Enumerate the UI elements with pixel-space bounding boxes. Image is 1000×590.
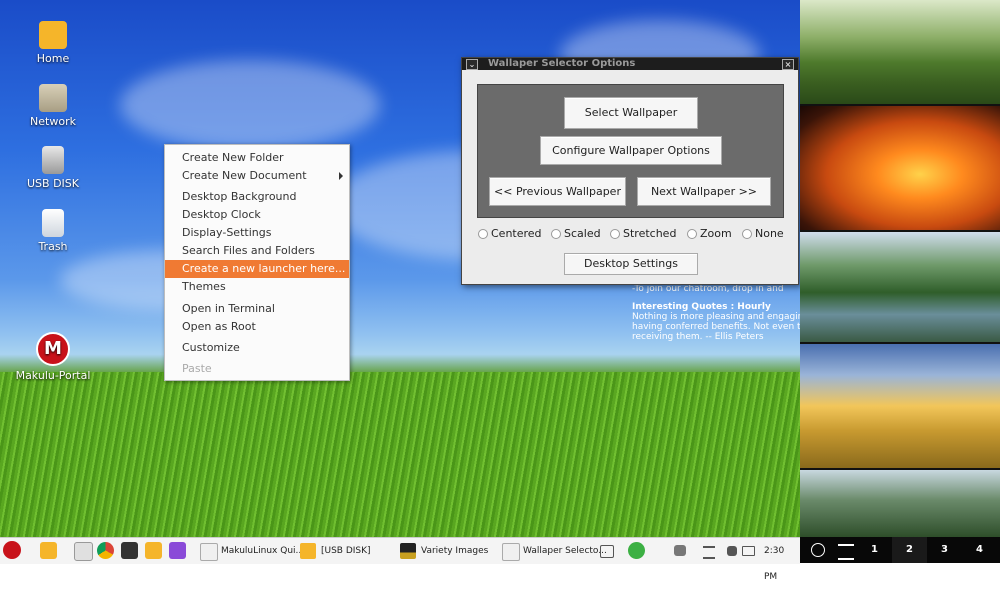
screenshot-tool-icon[interactable]	[169, 542, 186, 559]
desktop-icon-label: Trash	[38, 240, 68, 253]
desktop-icon-label: Makulu-Portal	[15, 369, 91, 382]
radio-scaled[interactable]: Scaled	[551, 227, 601, 241]
desktop-settings-button[interactable]: Desktop Settings	[564, 253, 698, 275]
menu-item-desktop-background[interactable]: Desktop Background	[165, 188, 349, 206]
menu-item-search-files[interactable]: Search Files and Folders	[165, 242, 349, 260]
dialog-titlebar[interactable]: ⌄ Wallaper Selector Options ×	[462, 58, 798, 70]
wallpaper-thumbnail[interactable]	[800, 106, 1000, 232]
desktop-icon-network[interactable]: Network	[13, 84, 93, 128]
menu-icon[interactable]	[838, 544, 854, 560]
image-viewer-icon	[400, 543, 416, 559]
radio-button-icon	[551, 229, 561, 239]
software-store-icon[interactable]	[74, 542, 93, 561]
close-icon[interactable]: ×	[782, 59, 794, 70]
configure-wallpaper-options-button[interactable]: Configure Wallpaper Options	[540, 136, 722, 165]
desktop-icon-usb-disk[interactable]: USB DISK	[13, 146, 93, 190]
grass-wallpaper	[0, 372, 800, 537]
taskbar-task[interactable]: [USB DISK]	[300, 538, 390, 564]
taskbar-task[interactable]: Variety Images	[400, 538, 495, 564]
battery-icon[interactable]	[742, 546, 755, 556]
dialog-title: Wallaper Selector Options	[488, 58, 636, 69]
workspace-1[interactable]: 1	[857, 537, 892, 563]
select-wallpaper-button[interactable]: Select Wallpaper	[564, 97, 698, 129]
clock[interactable]: 2:30 PM	[764, 538, 800, 582]
quote-title: Interesting Quotes : Hourly	[632, 302, 771, 312]
wallpaper-selector-dialog: ⌄ Wallaper Selector Options × Select Wal…	[461, 57, 799, 285]
chat-line: -To join our chatroom, drop in and	[632, 284, 784, 294]
menu-item-create-launcher[interactable]: Create a new launcher here...	[165, 260, 349, 278]
radio-none[interactable]: None	[742, 227, 784, 241]
wallpaper-thumbnail[interactable]	[800, 344, 1000, 470]
previous-wallpaper-button[interactable]: << Previous Wallpaper	[489, 177, 626, 206]
desktop-icon-home[interactable]: Home	[13, 21, 93, 65]
eject-icon[interactable]	[600, 545, 614, 558]
network-icon	[39, 84, 67, 112]
window-menu-icon[interactable]: ⌄	[466, 59, 478, 70]
desktop-icon-makulu-portal[interactable]: M Makulu-Portal	[13, 332, 93, 382]
workspace-2[interactable]: 2	[892, 537, 927, 563]
taskbar-task[interactable]: MakuluLinux Qui...	[200, 538, 304, 564]
document-icon	[502, 543, 520, 561]
radio-button-icon	[478, 229, 488, 239]
chrome-browser-icon[interactable]	[97, 542, 114, 559]
wallpaper-thumbnail[interactable]	[800, 470, 1000, 537]
trash-icon	[42, 209, 64, 237]
taskbar-task[interactable]: Wallaper Selecto...	[502, 538, 607, 564]
volume-icon[interactable]	[727, 546, 737, 556]
makulu-menu-icon[interactable]	[3, 541, 21, 559]
menu-item-display-settings[interactable]: Display-Settings	[165, 224, 349, 242]
terminal-icon[interactable]	[121, 542, 138, 559]
workspace-3[interactable]: 3	[927, 537, 962, 563]
next-wallpaper-button[interactable]: Next Wallpaper >>	[637, 177, 771, 206]
network-status-icon[interactable]	[703, 546, 715, 559]
quote-line: having conferred benefits. Not even the	[632, 322, 800, 332]
quote-line: Nothing is more pleasing and engaging t	[632, 312, 800, 322]
accessibility-icon[interactable]	[811, 543, 825, 557]
radio-button-icon	[610, 229, 620, 239]
menu-item-open-as-root[interactable]: Open as Root	[165, 318, 349, 336]
workspace-4[interactable]: 4	[962, 537, 997, 563]
desktop-context-menu: Create New Folder Create New Document De…	[164, 144, 350, 381]
menu-item-paste: Paste	[182, 362, 212, 375]
radio-button-icon	[742, 229, 752, 239]
taskbar: MakuluLinux Qui... [USB DISK] Variety Im…	[0, 537, 800, 582]
printer-icon[interactable]	[674, 545, 686, 556]
menu-item-create-new-document[interactable]: Create New Document	[165, 167, 349, 185]
desktop-icon-label: Network	[30, 115, 76, 128]
menu-item-customize[interactable]: Customize	[165, 339, 349, 357]
menu-item-create-new-folder[interactable]: Create New Folder	[165, 149, 349, 167]
menu-item-themes[interactable]: Themes	[165, 278, 349, 296]
radio-centered[interactable]: Centered	[478, 227, 542, 241]
desktop-icon-trash[interactable]: Trash	[13, 209, 93, 253]
radio-stretched[interactable]: Stretched	[610, 227, 676, 241]
menu-item-open-in-terminal[interactable]: Open in Terminal	[165, 300, 349, 318]
radio-zoom[interactable]: Zoom	[687, 227, 732, 241]
document-icon	[200, 543, 218, 561]
desktop-icon-label: Home	[36, 52, 70, 65]
radio-button-icon	[687, 229, 697, 239]
folder-icon	[300, 543, 316, 559]
home-folder-icon	[39, 21, 67, 49]
wallpaper-thumbnail[interactable]	[800, 232, 1000, 344]
workspace-bar: 1 2 3 4	[800, 537, 1000, 563]
menu-item-desktop-clock[interactable]: Desktop Clock	[165, 206, 349, 224]
desktop-icon-label: USB DISK	[27, 177, 79, 190]
update-ok-icon[interactable]	[628, 542, 645, 559]
desktop-info-widget: -To join our chatroom, drop in and Inter…	[632, 284, 800, 342]
folder-icon[interactable]	[145, 542, 162, 559]
usb-disk-icon	[42, 146, 64, 174]
wallpaper-thumbnail[interactable]	[800, 0, 1000, 106]
submenu-arrow-icon	[339, 172, 343, 180]
file-manager-icon[interactable]	[40, 542, 57, 559]
quote-line: receiving them. -- Ellis Peters	[632, 332, 764, 342]
makulu-logo-icon: M	[36, 332, 70, 366]
